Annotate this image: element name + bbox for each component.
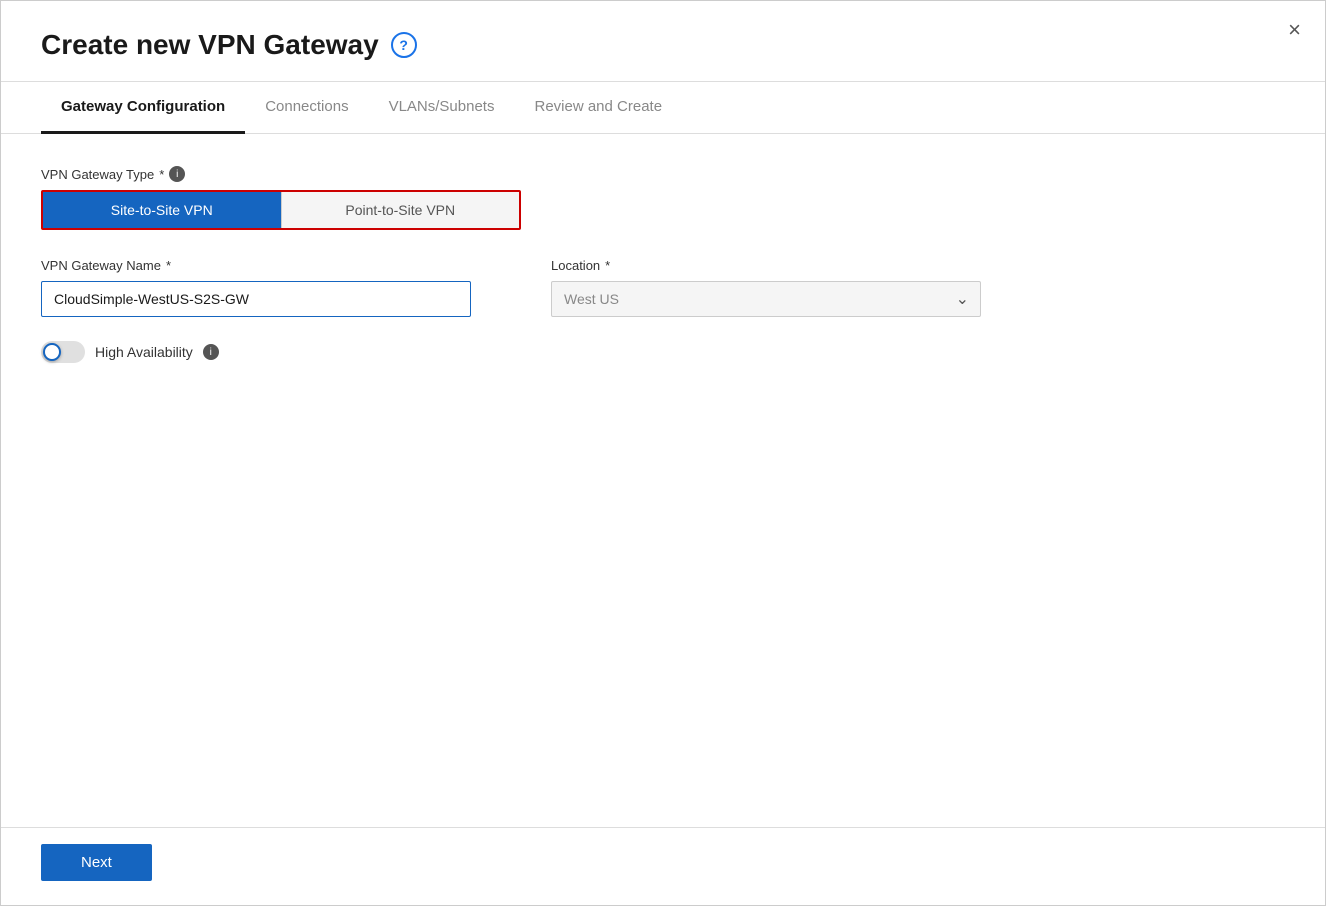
tabs-bar: Gateway Configuration Connections VLANs/… <box>1 82 1325 134</box>
tab-vlans-subnets[interactable]: VLANs/Subnets <box>369 82 515 134</box>
location-select-wrapper: West US East US Central US West Europe E… <box>551 281 981 317</box>
toggle-knob <box>43 343 61 361</box>
high-availability-toggle[interactable] <box>41 341 85 363</box>
point-to-site-button[interactable]: Point-to-Site VPN <box>281 192 520 228</box>
location-group: Location * West US East US Central US We… <box>551 258 981 317</box>
help-icon[interactable]: ? <box>391 32 417 58</box>
close-button[interactable]: × <box>1288 19 1301 41</box>
tab-review-create[interactable]: Review and Create <box>514 82 682 134</box>
required-indicator: * <box>159 167 164 182</box>
site-to-site-button[interactable]: Site-to-Site VPN <box>43 192 281 228</box>
vpn-name-label: VPN Gateway Name * <box>41 258 471 273</box>
vpn-type-section: VPN Gateway Type * i Site-to-Site VPN Po… <box>41 166 1285 230</box>
location-label: Location * <box>551 258 981 273</box>
modal-header: Create new VPN Gateway ? <box>1 1 1325 61</box>
high-availability-info-icon[interactable]: i <box>203 344 219 360</box>
location-required-indicator: * <box>605 258 610 273</box>
next-button[interactable]: Next <box>41 844 152 881</box>
vpn-type-label: VPN Gateway Type * i <box>41 166 1285 182</box>
tab-connections[interactable]: Connections <box>245 82 368 134</box>
high-availability-row: High Availability i <box>41 341 1285 363</box>
high-availability-label: High Availability <box>95 344 193 360</box>
location-select[interactable]: West US East US Central US West Europe E… <box>551 281 981 317</box>
modal-footer: Next <box>1 827 1325 905</box>
vpn-name-input[interactable] <box>41 281 471 317</box>
name-required-indicator: * <box>166 258 171 273</box>
modal-body: VPN Gateway Type * i Site-to-Site VPN Po… <box>1 134 1325 827</box>
vpn-type-toggle-group: Site-to-Site VPN Point-to-Site VPN <box>41 190 521 230</box>
vpn-name-group: VPN Gateway Name * <box>41 258 471 317</box>
page-title: Create new VPN Gateway <box>41 29 379 61</box>
tab-gateway-configuration[interactable]: Gateway Configuration <box>41 82 245 134</box>
name-location-row: VPN Gateway Name * Location * West US Ea… <box>41 258 1285 317</box>
create-vpn-gateway-modal: × Create new VPN Gateway ? Gateway Confi… <box>0 0 1326 906</box>
vpn-type-info-icon[interactable]: i <box>169 166 185 182</box>
